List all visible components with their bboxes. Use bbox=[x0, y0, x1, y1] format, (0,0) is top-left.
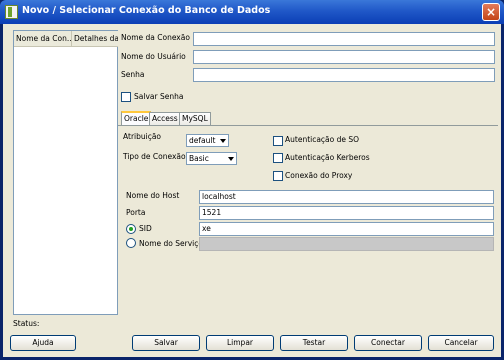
port-input[interactable]: 1521 bbox=[199, 206, 494, 220]
sid-label: SID bbox=[139, 224, 152, 233]
title-bar[interactable]: Novo / Selecionar Conexão do Banco de Da… bbox=[0, 0, 504, 24]
app-icon bbox=[5, 5, 18, 19]
host-label: Nome do Host bbox=[126, 191, 180, 200]
clear-button[interactable]: Limpar bbox=[206, 335, 274, 351]
os-auth-checkbox[interactable] bbox=[273, 136, 283, 146]
service-name-label: Nome do Serviço bbox=[139, 239, 203, 248]
kerberos-auth-checkbox[interactable] bbox=[273, 153, 283, 163]
password-label: Senha bbox=[121, 70, 145, 79]
kerberos-auth-label: Autenticação Kerberos bbox=[285, 153, 370, 162]
save-password-label: Salvar Senha bbox=[134, 92, 184, 101]
connection-name-input[interactable] bbox=[193, 32, 495, 46]
status-label: Status: bbox=[13, 319, 40, 328]
connect-button[interactable]: Conectar bbox=[354, 335, 422, 351]
tab-oracle[interactable]: Oracle bbox=[121, 111, 152, 125]
service-name-input bbox=[199, 237, 494, 251]
proxy-connection-checkbox[interactable] bbox=[273, 171, 283, 181]
save-button[interactable]: Salvar bbox=[132, 335, 200, 351]
column-header-name[interactable]: Nome da Con... bbox=[14, 31, 72, 47]
tab-panel-border bbox=[118, 125, 498, 126]
connection-type-label: Tipo de Conexão bbox=[123, 152, 186, 161]
host-input[interactable]: localhost bbox=[199, 190, 494, 204]
port-label: Porta bbox=[126, 208, 146, 217]
help-button[interactable]: Ajuda bbox=[10, 335, 76, 351]
connection-type-value: Basic bbox=[189, 154, 209, 163]
cancel-button[interactable]: Cancelar bbox=[428, 335, 494, 351]
sid-input[interactable]: xe bbox=[199, 222, 494, 236]
column-header-details[interactable]: Detalhes da bbox=[72, 31, 118, 47]
close-button[interactable]: × bbox=[482, 3, 500, 21]
proxy-connection-label: Conexão do Proxy bbox=[285, 171, 353, 180]
username-input[interactable] bbox=[193, 50, 495, 64]
connection-name-label: Nome da Conexão bbox=[121, 33, 190, 42]
tab-mysql[interactable]: MySQL bbox=[179, 112, 211, 125]
test-button[interactable]: Testar bbox=[280, 335, 348, 351]
dialog-window: Novo / Selecionar Conexão do Banco de Da… bbox=[0, 0, 504, 360]
chevron-down-icon bbox=[228, 157, 234, 161]
role-label: Atribuição bbox=[123, 132, 162, 141]
window-title: Novo / Selecionar Conexão do Banco de Da… bbox=[22, 5, 271, 16]
role-value: default bbox=[189, 136, 216, 145]
save-password-checkbox[interactable] bbox=[121, 92, 131, 102]
connection-list[interactable]: Nome da Con... Detalhes da bbox=[13, 30, 118, 315]
connection-type-select[interactable]: Basic bbox=[186, 152, 237, 165]
tab-access[interactable]: Access bbox=[149, 112, 181, 125]
sid-radio[interactable] bbox=[126, 224, 136, 234]
dialog-body: Nome da Con... Detalhes da Nome da Conex… bbox=[3, 24, 501, 357]
role-select[interactable]: default bbox=[186, 134, 229, 147]
chevron-down-icon bbox=[220, 139, 226, 143]
password-input[interactable] bbox=[193, 68, 495, 82]
os-auth-label: Autenticação de SO bbox=[285, 135, 360, 144]
username-label: Nome do Usuário bbox=[121, 52, 186, 61]
service-name-radio[interactable] bbox=[126, 238, 136, 248]
